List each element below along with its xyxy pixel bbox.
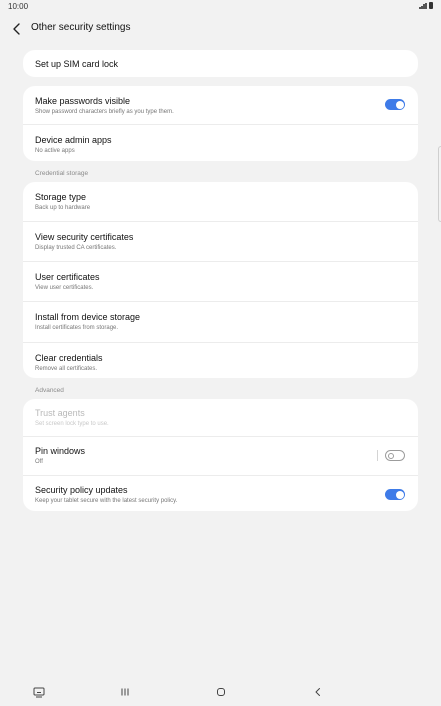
security-policy-updates-item[interactable]: Security policy updates Keep your tablet… <box>23 476 418 513</box>
view-security-certificates-item[interactable]: View security certificates Display trust… <box>23 222 418 262</box>
back-arrow-icon[interactable] <box>10 22 24 36</box>
install-from-device-storage-title: Install from device storage <box>35 312 141 322</box>
credential-storage-section-label: Credential storage <box>35 170 89 177</box>
make-passwords-visible-title: Make passwords visible <box>35 96 131 106</box>
storage-type-subtitle: Back up to hardware <box>35 205 91 211</box>
install-from-device-storage-item[interactable]: Install from device storage Install cert… <box>23 302 418 343</box>
trust-agents-item: Trust agents Set screen lock type to use… <box>23 399 418 437</box>
device-admin-apps-subtitle: No active apps <box>35 148 75 154</box>
status-icons <box>419 2 433 9</box>
trust-agents-subtitle: Set screen lock type to use. <box>35 421 109 427</box>
security-policy-updates-title: Security policy updates <box>35 485 128 495</box>
pin-windows-title: Pin windows <box>35 446 86 456</box>
signal-icon <box>419 3 427 9</box>
make-passwords-visible-item[interactable]: Make passwords visible Show password cha… <box>23 86 418 125</box>
navigation-bar <box>0 678 441 706</box>
credential-storage-card: Storage type Back up to hardware View se… <box>23 182 418 378</box>
view-security-certificates-title: View security certificates <box>35 232 134 242</box>
set-up-sim-card-lock-title: Set up SIM card lock <box>35 59 119 69</box>
clear-credentials-item[interactable]: Clear credentials Remove all certificate… <box>23 343 418 382</box>
advanced-card: Trust agents Set screen lock type to use… <box>23 399 418 511</box>
user-certificates-item[interactable]: User certificates View user certificates… <box>23 262 418 302</box>
clear-credentials-subtitle: Remove all certificates. <box>35 366 98 372</box>
keyboard-icon[interactable] <box>32 685 46 699</box>
home-icon[interactable] <box>214 685 228 699</box>
security-policy-updates-subtitle: Keep your tablet secure with the latest … <box>35 498 178 504</box>
status-bar: 10:00 <box>0 0 441 14</box>
recents-icon[interactable] <box>118 685 132 699</box>
clear-credentials-title: Clear credentials <box>35 353 103 363</box>
pin-windows-item[interactable]: Pin windows Off <box>23 437 418 476</box>
sim-lock-card: Set up SIM card lock <box>23 50 418 77</box>
pin-windows-subtitle: Off <box>35 459 43 465</box>
password-admin-card: Make passwords visible Show password cha… <box>23 86 418 161</box>
user-certificates-subtitle: View user certificates. <box>35 285 94 291</box>
page-title: Other security settings <box>31 22 131 33</box>
install-from-device-storage-subtitle: Install certificates from storage. <box>35 325 119 331</box>
storage-type-title: Storage type <box>35 192 87 202</box>
pin-windows-divider <box>377 450 378 461</box>
device-admin-apps-title: Device admin apps <box>35 135 112 145</box>
set-up-sim-card-lock-item[interactable]: Set up SIM card lock <box>23 50 418 77</box>
battery-icon <box>429 2 433 9</box>
back-icon[interactable] <box>311 685 325 699</box>
status-time: 10:00 <box>8 2 29 11</box>
view-security-certificates-subtitle: Display trusted CA certificates. <box>35 245 117 251</box>
security-policy-updates-toggle[interactable] <box>385 489 405 500</box>
trust-agents-title: Trust agents <box>35 408 85 418</box>
make-passwords-visible-toggle[interactable] <box>385 99 405 110</box>
pin-windows-toggle[interactable] <box>385 450 405 461</box>
storage-type-item[interactable]: Storage type Back up to hardware <box>23 182 418 222</box>
device-admin-apps-item[interactable]: Device admin apps No active apps <box>23 125 418 162</box>
app-header: Other security settings <box>0 18 441 40</box>
user-certificates-title: User certificates <box>35 272 100 282</box>
advanced-section-label: Advanced <box>35 387 64 394</box>
make-passwords-visible-subtitle: Show password characters briefly as you … <box>35 109 174 115</box>
